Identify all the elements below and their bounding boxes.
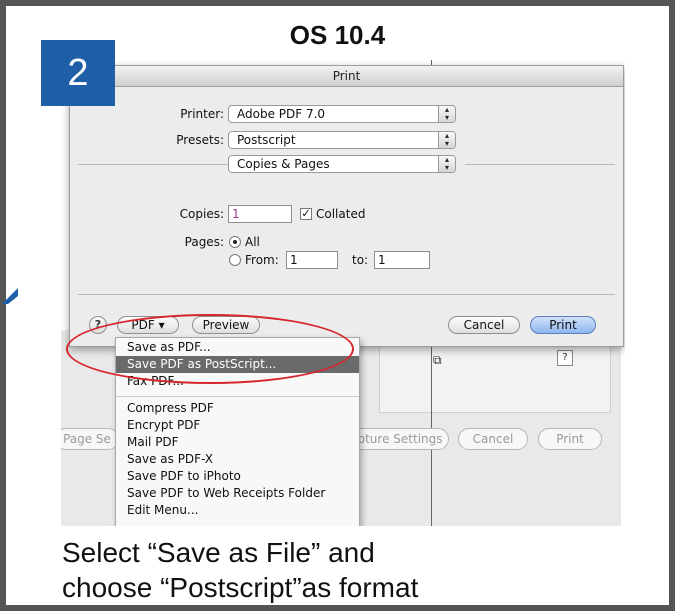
menu-item-encrypt-pdf[interactable]: Encrypt PDF bbox=[116, 417, 359, 434]
page-setup-button[interactable]: Page Se bbox=[61, 428, 119, 450]
printer-popup[interactable]: Adobe PDF 7.0 ▴ ▾ bbox=[228, 105, 456, 123]
caption-line-2: choose “Postscript”as format bbox=[62, 572, 419, 603]
print-button[interactable]: Print bbox=[530, 316, 596, 334]
pages-to-label: to: bbox=[352, 253, 369, 267]
presets-value: Postscript bbox=[237, 133, 296, 147]
pages-from-field[interactable]: 1 bbox=[286, 251, 338, 269]
printer-value: Adobe PDF 7.0 bbox=[237, 107, 326, 121]
background-print-button[interactable]: Print bbox=[538, 428, 602, 450]
presets-label: Presets: bbox=[176, 133, 224, 147]
pages-from-radio[interactable] bbox=[229, 254, 241, 266]
menu-item-compress-pdf[interactable]: Compress PDF bbox=[116, 400, 359, 417]
pages-label: Pages: bbox=[184, 235, 224, 249]
highlight-ring bbox=[66, 314, 354, 384]
pages-from-label: From: bbox=[245, 253, 279, 267]
menu-item-save-pdf-to-iphoto[interactable]: Save PDF to iPhoto bbox=[116, 468, 359, 485]
dialog-title: Print bbox=[70, 66, 623, 87]
caption-line-1: Select “Save as File” and bbox=[62, 537, 375, 568]
print-dialog: Print Printer: Adobe PDF 7.0 ▴ ▾ Presets:… bbox=[69, 65, 624, 347]
capture-settings-button[interactable]: pture Settings bbox=[351, 428, 449, 450]
print-dialog-screenshot: ⧉ ? Page Se pture Settings Cancel Print … bbox=[61, 60, 625, 526]
menu-item-mail-pdf[interactable]: Mail PDF bbox=[116, 434, 359, 451]
panel-value: Copies & Pages bbox=[237, 157, 330, 171]
menu-item-save-as-pdf-x[interactable]: Save as PDF-X bbox=[116, 451, 359, 468]
popup-arrows-icon: ▴ ▾ bbox=[438, 132, 455, 148]
collated-label: Collated bbox=[316, 207, 366, 221]
panel-popup[interactable]: Copies & Pages ▴ ▾ bbox=[228, 155, 456, 173]
collated-checkbox[interactable]: ✓ bbox=[300, 208, 312, 220]
background-panel bbox=[379, 345, 611, 413]
presets-popup[interactable]: Postscript ▴ ▾ bbox=[228, 131, 456, 149]
arrow-pointer-icon bbox=[2, 288, 18, 304]
pages-all-radio[interactable] bbox=[229, 236, 241, 248]
cancel-button[interactable]: Cancel bbox=[448, 316, 520, 334]
menu-item-save-pdf-to-web-receipts[interactable]: Save PDF to Web Receipts Folder bbox=[116, 485, 359, 502]
background-cancel-button[interactable]: Cancel bbox=[458, 428, 528, 450]
menu-separator bbox=[116, 396, 359, 397]
copies-field[interactable]: 1 bbox=[228, 205, 292, 223]
copy-icon: ⧉ bbox=[433, 353, 442, 367]
printer-label: Printer: bbox=[180, 107, 224, 121]
menu-item-edit-menu[interactable]: Edit Menu... bbox=[116, 502, 359, 519]
copies-label: Copies: bbox=[179, 207, 224, 221]
separator-right bbox=[465, 164, 615, 165]
popup-arrows-icon: ▴ ▾ bbox=[438, 156, 455, 172]
separator-bottom bbox=[78, 294, 615, 295]
pages-to-field[interactable]: 1 bbox=[374, 251, 430, 269]
background-help-icon: ? bbox=[557, 350, 573, 366]
separator-left bbox=[78, 164, 228, 165]
popup-arrows-icon: ▴ ▾ bbox=[438, 106, 455, 122]
pages-all-label: All bbox=[245, 235, 260, 249]
step-number-badge: 2 bbox=[41, 40, 115, 106]
